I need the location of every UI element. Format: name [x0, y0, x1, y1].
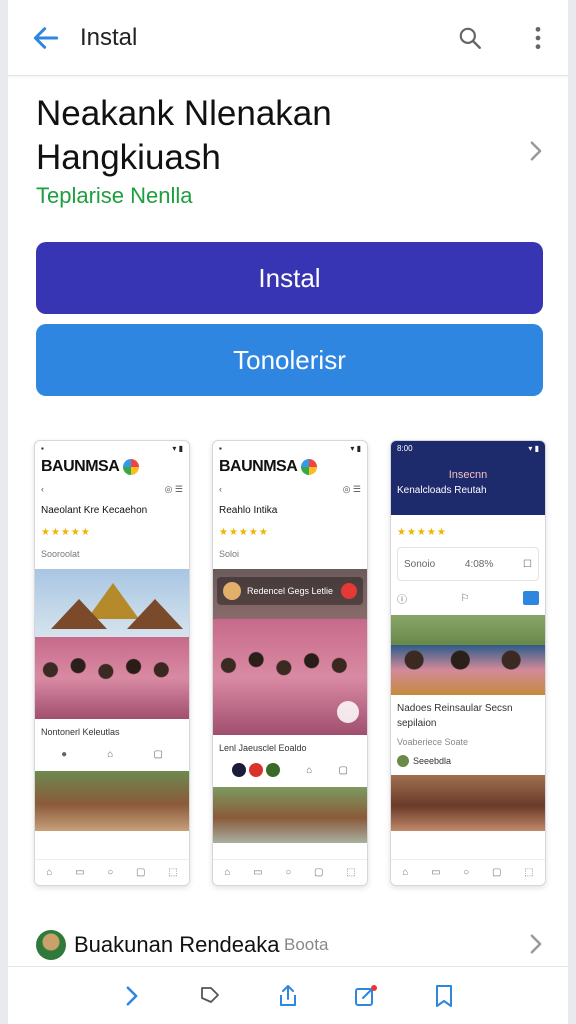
edit-icon: ☐	[523, 558, 532, 570]
video-overlay: Redencel Gegs Letlie	[217, 577, 363, 605]
status-bar: ▪ ▾ ▮	[219, 443, 361, 453]
doc-icon: ▢	[153, 748, 163, 760]
screenshot-subtitle: Sooroolat	[41, 549, 80, 559]
screenshot-caption: Nontonerl Keleutlas	[41, 727, 120, 737]
avatar	[36, 930, 66, 960]
related-label: Buakunan Rendeaka	[74, 932, 280, 957]
phone-nav: ‹ ◎ ☰	[213, 479, 367, 499]
phone-action-row: ⓘ ⚐	[391, 585, 545, 611]
screenshot-heading: Reahlo Intika	[219, 504, 278, 516]
menu-icon: ◎ ☰	[342, 483, 361, 494]
phone-nav: ‹ ◎ ☰	[35, 479, 189, 499]
avatar	[397, 755, 409, 767]
rating-stars: ★★★★★	[219, 526, 269, 538]
phone-dock: ⌂ ▭ ○ ▢ ⬚	[391, 859, 545, 885]
badge-icon	[523, 591, 539, 605]
author-row: Seeebdla	[391, 751, 545, 771]
screenshot-caption-2: sepilaion	[397, 718, 437, 729]
status-bar: 8:00 ▾ ▮	[397, 443, 539, 453]
bell-icon: ⚐	[460, 592, 470, 604]
brand-logo: BAUNMSA	[35, 455, 189, 479]
brand-icon	[123, 459, 140, 475]
status-bar: ▪ ▾ ▮	[41, 443, 183, 453]
more-vert-icon[interactable]	[520, 20, 556, 56]
screenshot-1[interactable]: ▪ ▾ ▮ BAUNMSA ‹ ◎ ☰ Naeolant Kre Kecaehon …	[34, 440, 190, 886]
screenshot-caption: Nadoes Reinsaular Secsn	[397, 703, 513, 714]
developer-name[interactable]: Teplarise Nenlla	[36, 183, 193, 209]
village-photo	[391, 775, 545, 831]
secondary-button[interactable]: Tonolerisr	[36, 324, 543, 396]
avatar-icon: ●	[61, 748, 68, 760]
screenshot-heading: Naeolant Kre Kecaehon	[41, 504, 148, 516]
edit-badge-icon[interactable]	[351, 981, 381, 1011]
channel-avatar	[223, 582, 241, 600]
reaction-icons	[232, 763, 281, 777]
brand-logo: BAUNMSA	[213, 455, 367, 479]
chevron-right-icon[interactable]	[117, 981, 147, 1011]
back-icon: ‹	[219, 484, 222, 494]
bottom-navigation	[8, 966, 568, 1024]
dark-header-title: Insecnn	[448, 469, 488, 481]
related-app-row[interactable]: Buakunan Rendeaka Boota	[8, 918, 568, 970]
menu-icon: ◎ ☰	[164, 483, 183, 494]
group-photo	[391, 615, 545, 695]
chevron-right-icon[interactable]	[524, 136, 548, 166]
dark-header: 8:00 ▾ ▮ Insecnn Kenalcloads Reutah	[391, 441, 545, 515]
play-icon[interactable]	[337, 701, 359, 723]
info-icon: ⓘ	[397, 594, 407, 606]
screenshot-3[interactable]: 8:00 ▾ ▮ Insecnn Kenalcloads Reutah ★★★★★…	[390, 440, 546, 886]
phone-dock: ⌂ ▭ ○ ▢ ⬚	[35, 859, 189, 885]
chevron-right-icon[interactable]	[524, 931, 548, 957]
screenshot-subtitle: Soloi	[219, 549, 240, 559]
back-icon: ‹	[41, 484, 44, 494]
doc-icon: ▢	[338, 764, 348, 776]
village-photo	[213, 787, 367, 843]
dark-header-subtitle: Kenalcloads Reutah	[397, 485, 487, 496]
info-card: Sonoio 4:08% ☐	[397, 547, 539, 581]
screenshot-small-text: Voaberiece Soate	[397, 737, 469, 747]
rating-stars: ★★★★★	[41, 526, 91, 538]
app-title: Neakank Nlenakan Hangkiuash	[36, 94, 332, 177]
brand-icon	[301, 459, 318, 475]
tag-icon: ⌂	[107, 748, 114, 760]
crowd-photo: Redencel Gegs Letlie	[213, 569, 367, 735]
page-title: Instal	[80, 24, 138, 51]
phone-action-row: ● ⌂ ▢	[35, 741, 189, 767]
top-app-bar: Instal	[8, 0, 568, 76]
back-arrow-icon[interactable]	[26, 18, 66, 58]
app-details-page: Instal Neakank Nlenakan Hangkiuash Tepla…	[8, 0, 568, 1024]
screenshot-carousel[interactable]: ▪ ▾ ▮ BAUNMSA ‹ ◎ ☰ Naeolant Kre Kecaehon …	[8, 430, 568, 900]
tag-icon[interactable]	[195, 981, 225, 1011]
village-photo	[35, 771, 189, 831]
record-icon	[341, 583, 357, 599]
bookmark-icon[interactable]	[429, 981, 459, 1011]
rating-stars: ★★★★★	[397, 526, 447, 538]
screenshot-caption: Lenl Jaeusclel Eoaldo	[219, 743, 307, 753]
phone-action-row: ⌂ ▢	[213, 757, 367, 783]
screenshot-2[interactable]: ▪ ▾ ▮ BAUNMSA ‹ ◎ ☰ Reahlo Intika ★★★★★ So…	[212, 440, 368, 886]
share-icon[interactable]	[273, 981, 303, 1011]
related-count: Boota	[284, 935, 329, 954]
tag-icon: ⌂	[306, 764, 313, 776]
install-button[interactable]: Instal	[36, 242, 543, 314]
temple-photo	[35, 569, 189, 719]
phone-dock: ⌂ ▭ ○ ▢ ⬚	[213, 859, 367, 885]
search-icon[interactable]	[452, 20, 488, 56]
